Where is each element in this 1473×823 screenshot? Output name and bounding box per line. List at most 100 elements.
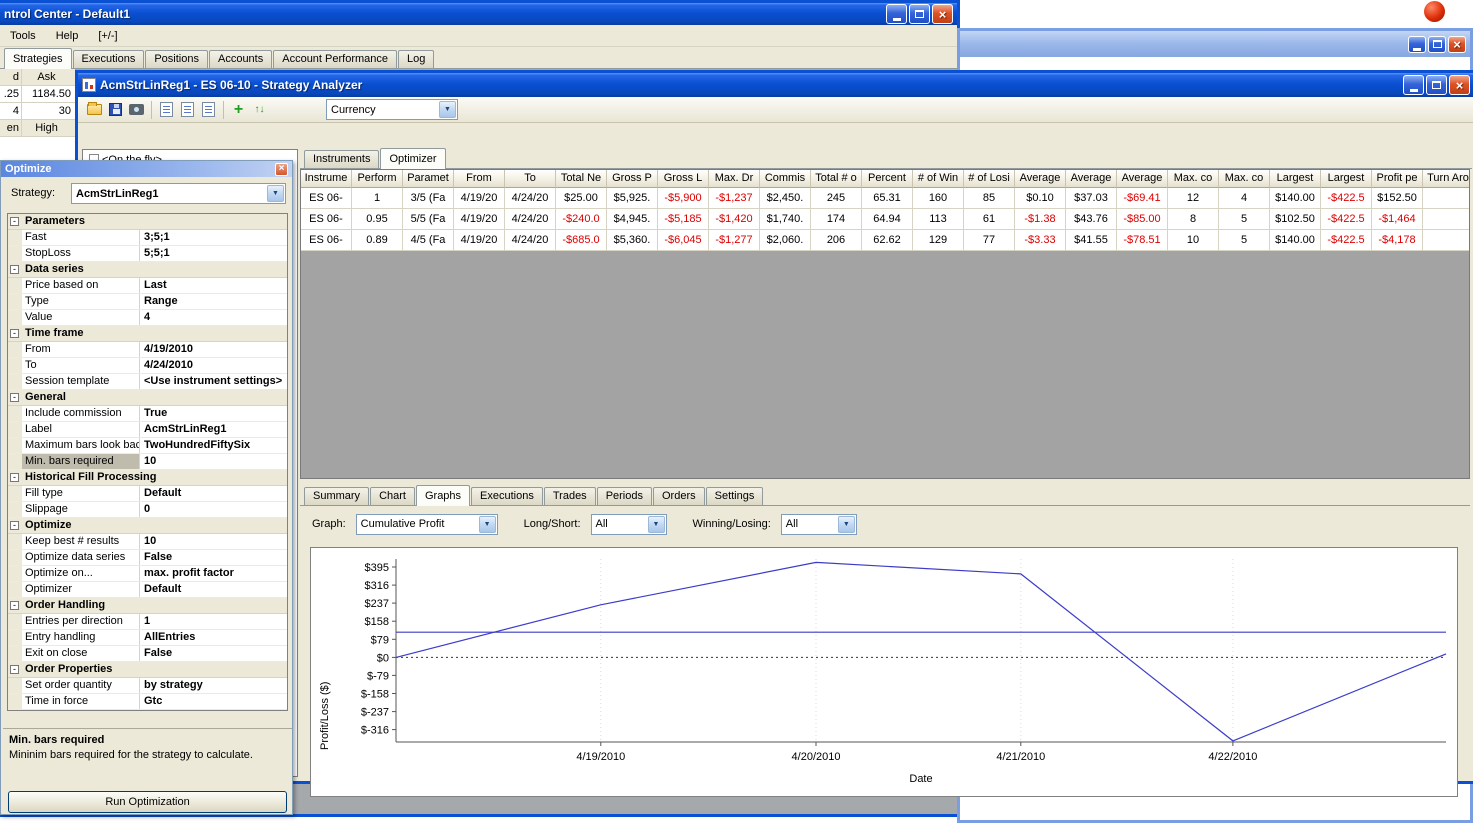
property-time-in-force[interactable]: Time in force Gtc [8, 694, 287, 710]
market-grid-header[interactable]: en High [0, 120, 75, 137]
column-header[interactable]: Largest [1270, 170, 1321, 188]
property-keep-best-results[interactable]: Keep best # results 10 [8, 534, 287, 550]
tab-periods[interactable]: Periods [596, 487, 652, 505]
dropdown-arrow-icon[interactable]: ▼ [647, 515, 665, 533]
strategy-combo[interactable]: AcmStrLinReg1 ▼ [71, 183, 286, 204]
close-button[interactable]: × [932, 4, 953, 24]
cc-tab-account-performance[interactable]: Account Performance [273, 50, 398, 68]
property-value[interactable]: AllEntries [140, 630, 287, 645]
tab-graphs[interactable]: Graphs [415, 485, 471, 506]
column-header[interactable]: Gross P [607, 170, 658, 188]
column-header[interactable]: # of Win [913, 170, 964, 188]
property-value[interactable]: max. profit factor [140, 566, 287, 581]
dropdown-arrow-icon[interactable]: ▼ [837, 515, 855, 533]
column-header[interactable]: Average [1117, 170, 1168, 188]
collapse-icon[interactable]: - [10, 265, 19, 274]
property-value[interactable]: Default [140, 582, 287, 597]
graph-type-combo[interactable]: Cumulative Profit ▼ [355, 513, 498, 535]
minimize-button[interactable] [1403, 75, 1424, 95]
property-category-optimize[interactable]: - Optimize [8, 518, 287, 534]
collapse-icon[interactable]: - [10, 601, 19, 610]
property-value[interactable]: 4/24/2010 [140, 358, 287, 373]
property-fast[interactable]: Fast 3;5;1 [8, 230, 287, 246]
maximize-button[interactable] [1428, 35, 1446, 53]
property-value[interactable]: by strategy [140, 678, 287, 693]
market-grid-header[interactable]: d Ask [0, 69, 75, 86]
property-value[interactable]: Default [140, 486, 287, 501]
tab-optimizer[interactable]: Optimizer [380, 148, 446, 169]
cc-tab-accounts[interactable]: Accounts [208, 50, 273, 68]
dropdown-arrow-icon[interactable]: ▼ [267, 185, 284, 202]
property-from[interactable]: From 4/19/2010 [8, 342, 287, 358]
close-icon[interactable]: × [275, 162, 288, 176]
maximize-button[interactable] [909, 4, 930, 24]
property-type[interactable]: Type Range [8, 294, 287, 310]
menu-tools[interactable]: Tools [0, 25, 46, 46]
tab-orders[interactable]: Orders [652, 487, 705, 505]
property-value[interactable]: AcmStrLinReg1 [140, 422, 287, 437]
property-category-order-properties[interactable]: - Order Properties [8, 662, 287, 678]
column-header[interactable]: Percent [862, 170, 913, 188]
column-header[interactable]: Turn Aro [1423, 170, 1469, 188]
property-category-general[interactable]: - General [8, 390, 287, 406]
snapshot-icon[interactable] [126, 99, 147, 120]
property-value[interactable]: 10 [140, 534, 287, 549]
property-category-historical-fill-processing[interactable]: - Historical Fill Processing [8, 470, 287, 486]
property-category-time-frame[interactable]: - Time frame [8, 326, 287, 342]
column-header[interactable]: Instrume [301, 170, 352, 188]
close-button[interactable]: × [1448, 35, 1466, 53]
analyzer-titlebar[interactable]: AcmStrLinReg1 - ES 06-10 - Strategy Anal… [78, 73, 1473, 97]
menu-[interactable]: [+/-] [88, 25, 127, 46]
column-header[interactable]: Max. Dr [709, 170, 760, 188]
cc-tab-strategies[interactable]: Strategies [4, 48, 72, 69]
collapse-icon[interactable]: - [10, 329, 19, 338]
run-optimization-button[interactable]: Run Optimization [8, 791, 287, 813]
tab-trades[interactable]: Trades [543, 487, 596, 505]
property-value[interactable]: TwoHundredFiftySix [140, 438, 287, 453]
column-header[interactable]: From [454, 170, 505, 188]
close-button[interactable]: × [1449, 75, 1470, 95]
property-category-order-handling[interactable]: - Order Handling [8, 598, 287, 614]
collapse-icon[interactable]: - [10, 521, 19, 530]
property-value[interactable]: False [140, 646, 287, 661]
tab-summary[interactable]: Summary [304, 487, 370, 505]
save-icon[interactable] [105, 99, 126, 120]
property-exit-on-close[interactable]: Exit on close False [8, 646, 287, 662]
column-header[interactable]: Total Ne [556, 170, 607, 188]
tab-instruments[interactable]: Instruments [304, 150, 380, 168]
column-header[interactable]: To [505, 170, 556, 188]
column-header[interactable]: Average [1066, 170, 1117, 188]
column-header[interactable]: Gross L [658, 170, 709, 188]
property-entry-handling[interactable]: Entry handling AllEntries [8, 630, 287, 646]
cc-tab-log[interactable]: Log [398, 50, 435, 68]
property-set-order-quantity[interactable]: Set order quantity by strategy [8, 678, 287, 694]
menu-help[interactable]: Help [46, 25, 89, 46]
import-export-icon[interactable]: ↑↓ [249, 99, 270, 120]
column-header[interactable]: Max. co [1168, 170, 1219, 188]
property-slippage[interactable]: Slippage 0 [8, 502, 287, 518]
property-optimizer[interactable]: Optimizer Default [8, 582, 287, 598]
property-value[interactable]: 5;5;1 [140, 246, 287, 261]
property-fill-type[interactable]: Fill type Default [8, 486, 287, 502]
property-value[interactable]: 3;5;1 [140, 230, 287, 245]
property-optimize-data-series[interactable]: Optimize data series False [8, 550, 287, 566]
property-category-data-series[interactable]: - Data series [8, 262, 287, 278]
column-header[interactable]: # of Losi [964, 170, 1015, 188]
market-grid-row[interactable]: .25 1184.50 [0, 86, 75, 103]
tab-executions[interactable]: Executions [471, 487, 543, 505]
property-include-commission[interactable]: Include commission True [8, 406, 287, 422]
minimize-button[interactable] [1408, 35, 1426, 53]
results-row[interactable]: ES 06- 0.95 5/5 (Fa 4/19/20 4/24/20 -$240.0 $4… [301, 209, 1469, 230]
long-short-combo[interactable]: All ▼ [590, 513, 667, 535]
column-header[interactable]: Profit pe [1372, 170, 1423, 188]
property-value[interactable]: <Use instrument settings> [140, 374, 287, 389]
property-value[interactable]: 4 [140, 310, 287, 325]
property-min-bars-required[interactable]: Min. bars required 10 [8, 454, 287, 470]
property-stoploss[interactable]: StopLoss 5;5;1 [8, 246, 287, 262]
collapse-icon[interactable]: - [10, 665, 19, 674]
optimize-titlebar[interactable]: Optimize × [1, 161, 292, 177]
tab-settings[interactable]: Settings [705, 487, 764, 505]
column-header[interactable]: Max. co [1219, 170, 1270, 188]
property-value[interactable]: True [140, 406, 287, 421]
cc-tab-executions[interactable]: Executions [72, 50, 145, 68]
